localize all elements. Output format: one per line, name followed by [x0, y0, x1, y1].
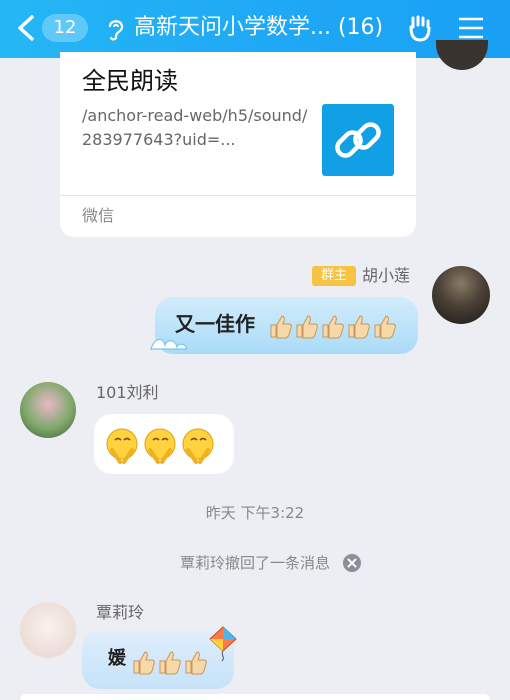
link-card-message[interactable]: 全民朗读 /anchor-read-web/h5/sound/283977643… — [60, 52, 416, 237]
sender-name: 101刘利 — [96, 383, 159, 402]
link-card-url: /anchor-read-web/h5/sound/283977643?uid=… — [82, 106, 308, 149]
sender-name: 胡小莲 — [362, 266, 411, 285]
card-divider — [60, 195, 416, 196]
sender-name: 覃莉玲 — [96, 603, 145, 622]
chat-header: 12 高新天问小学数学... (16) — [0, 0, 510, 58]
link-icon — [335, 122, 381, 158]
close-icon[interactable] — [343, 554, 361, 572]
message-bubble[interactable]: 媛 — [82, 626, 237, 689]
avatar[interactable] — [436, 40, 488, 70]
kite-icon — [209, 626, 237, 662]
thumbs-up-icon — [133, 651, 207, 675]
link-thumbnail — [322, 104, 394, 176]
group-owner-badge: 群主 — [312, 266, 356, 286]
pleading-face-emoji — [106, 428, 214, 464]
wave-decoration — [150, 338, 188, 350]
avatar[interactable] — [432, 266, 490, 324]
avatar[interactable] — [20, 382, 76, 438]
link-card-source: 微信 — [82, 206, 115, 225]
ear-icon[interactable] — [106, 16, 126, 42]
unread-count-badge[interactable]: 12 — [42, 14, 88, 42]
menu-icon[interactable] — [458, 16, 484, 40]
message-bubble[interactable]: 又一佳作 — [150, 297, 418, 354]
thumbs-up-icon — [270, 315, 396, 339]
hand-icon[interactable] — [405, 13, 435, 43]
input-area-edge — [20, 694, 490, 700]
back-icon[interactable] — [14, 14, 40, 42]
system-notice: 覃莉玲撤回了一条消息 — [179, 554, 330, 572]
chat-title[interactable]: 高新天问小学数学... (16) — [134, 10, 404, 46]
link-card-title: 全民朗读 — [82, 67, 178, 95]
message-bubble[interactable] — [94, 414, 234, 474]
message-timestamp: 昨天 下午3:22 — [205, 504, 305, 522]
avatar[interactable] — [20, 602, 76, 658]
message-text: 媛 — [108, 648, 126, 669]
